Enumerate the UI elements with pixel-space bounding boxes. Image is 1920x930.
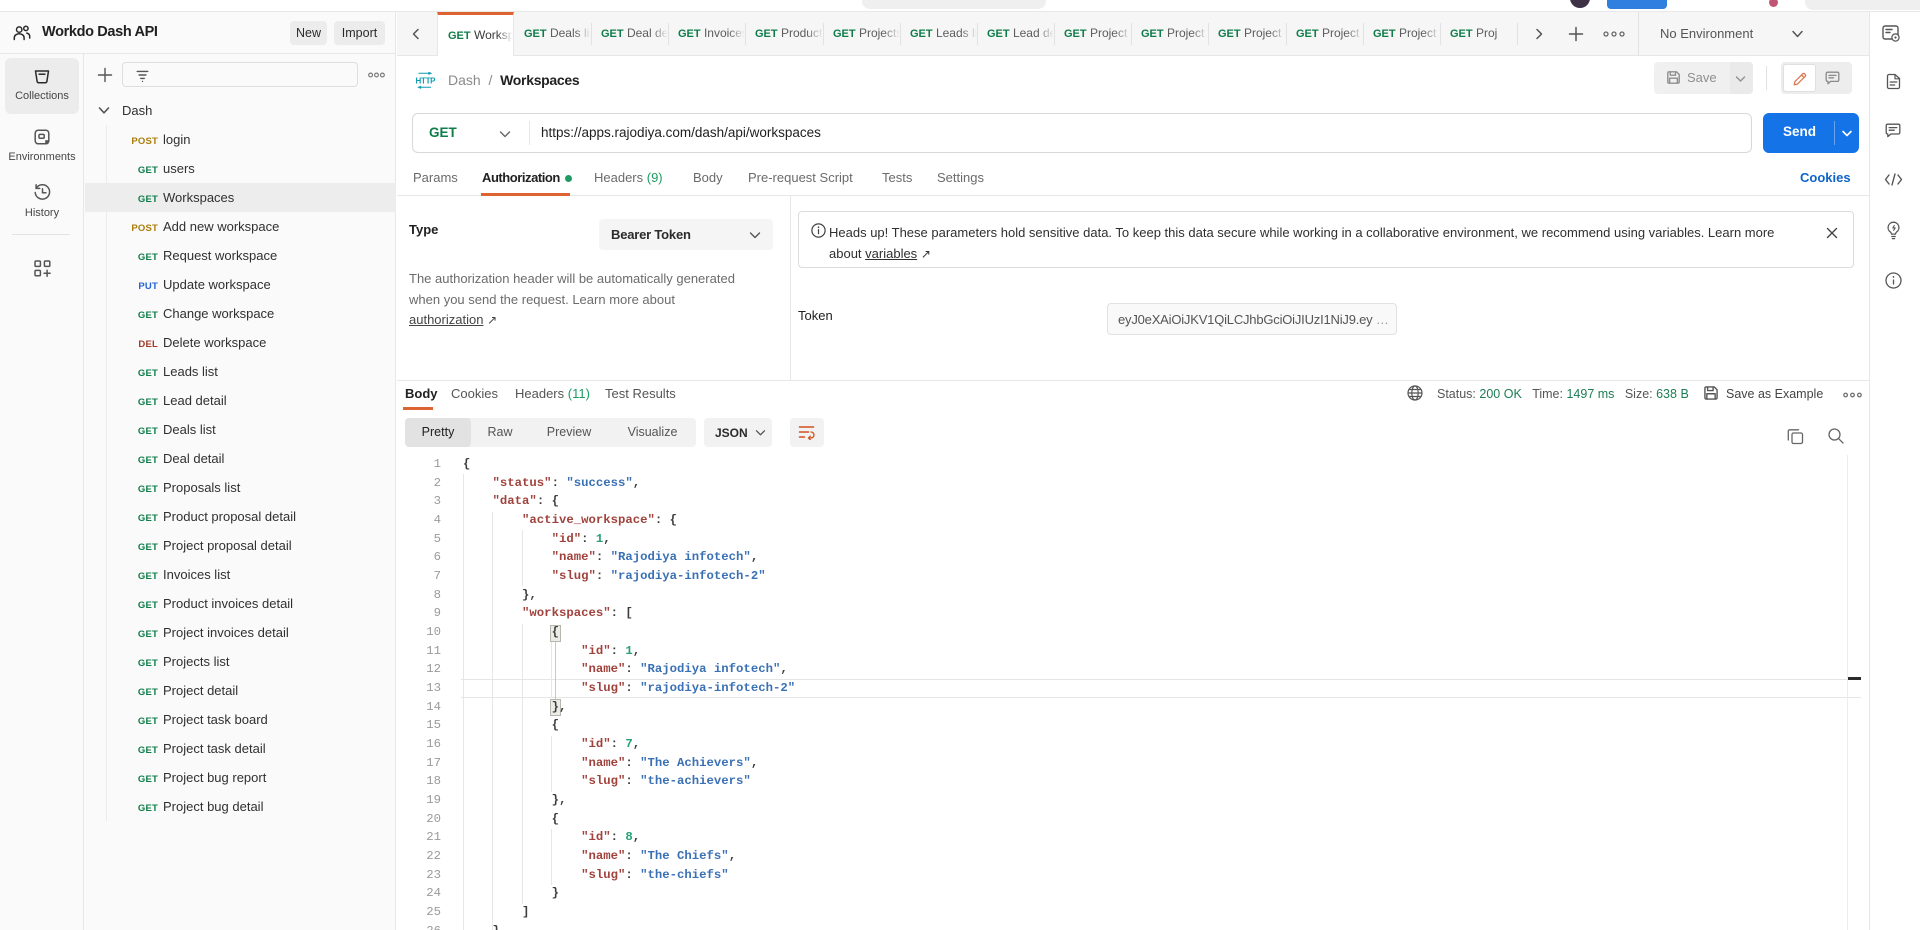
svg-text:HTTP: HTTP [416, 77, 437, 86]
